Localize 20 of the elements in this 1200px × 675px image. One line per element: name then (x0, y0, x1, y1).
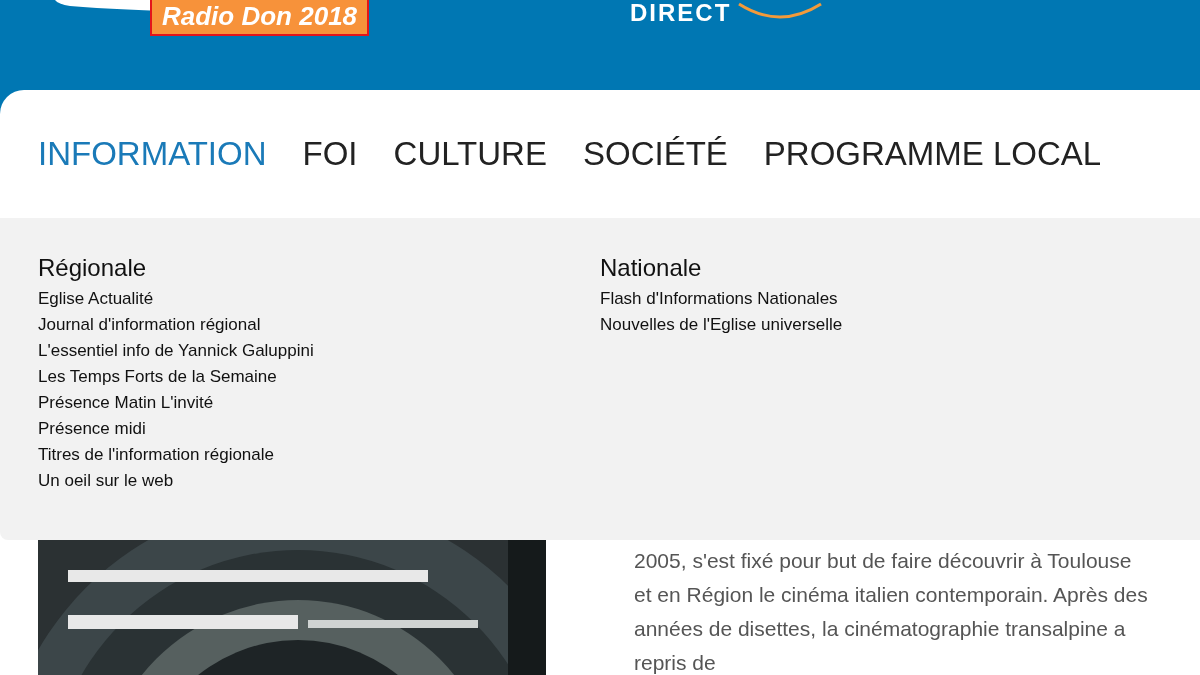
nav-tab[interactable]: PROGRAMME LOCAL (763, 135, 1102, 173)
nav-tab[interactable]: SOCIÉTÉ (582, 135, 728, 173)
nav-tab[interactable]: FOI (302, 135, 358, 173)
menu-link[interactable]: L'essentiel info de Yannick Galuppini (38, 338, 600, 364)
logo-badge: Radio Don 2018 (150, 0, 370, 36)
menu-link[interactable]: Titres de l'information régionale (38, 442, 600, 468)
menu-link[interactable]: Flash d'Informations Nationales (600, 286, 1162, 312)
menu-link[interactable]: Présence midi (38, 416, 600, 442)
menu-link[interactable]: Nouvelles de l'Eglise universelle (600, 312, 1162, 338)
nav-tab[interactable]: CULTURE (393, 135, 547, 173)
nav-tab[interactable]: INFORMATION (38, 135, 267, 173)
menu-link[interactable]: Journal d'information régional (38, 312, 600, 338)
live-label[interactable]: DIRECT (630, 0, 732, 26)
menu-heading: Nationale (600, 254, 703, 282)
menu-heading: Régionale (38, 254, 148, 282)
menu-link[interactable]: Eglise Actualité (38, 286, 600, 312)
menu-link[interactable]: Présence Matin L'invité (38, 390, 600, 416)
article-paragraph: 2005, s'est fixé pour but de faire découvrir à Toulouse et en Région le cinéma italien contemporain. Après des années de disettes, la cinématographie transalpine a repris de (634, 548, 1149, 675)
menu-link[interactable]: Un oeil sur le web (38, 468, 600, 494)
menu-link[interactable]: Les Temps Forts de la Semaine (38, 364, 600, 390)
